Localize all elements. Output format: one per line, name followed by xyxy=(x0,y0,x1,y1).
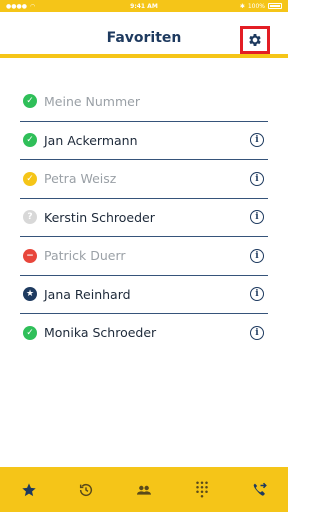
history-icon xyxy=(80,483,93,496)
contact-row[interactable]: ★ Jana Reinhard i xyxy=(20,274,268,314)
status-online-icon: ✓ xyxy=(23,94,37,109)
gear-icon xyxy=(249,34,261,46)
contact-name: Monika Schroeder xyxy=(44,325,157,341)
tab-bar xyxy=(0,467,288,512)
tab-history[interactable] xyxy=(66,470,106,510)
info-icon[interactable]: i xyxy=(250,171,264,186)
tab-call-forward[interactable] xyxy=(239,470,279,510)
battery-icon xyxy=(268,3,282,9)
info-icon[interactable]: i xyxy=(250,248,264,263)
info-icon[interactable]: i xyxy=(250,210,264,225)
tab-favorites[interactable] xyxy=(9,470,49,510)
status-bar: ●●●● ◠ 9:41 AM ✱ 100% xyxy=(0,0,288,12)
contact-name: Petra Weisz xyxy=(44,171,117,187)
status-away-icon: ✓ xyxy=(23,171,37,186)
call-forward-icon xyxy=(253,482,267,496)
header: Favoriten xyxy=(0,12,288,58)
contact-name: Jan Ackermann xyxy=(44,132,138,148)
status-busy-icon: − xyxy=(23,248,37,263)
info-icon[interactable]: i xyxy=(250,325,264,340)
tab-contacts[interactable] xyxy=(124,470,164,510)
status-unknown-icon: ? xyxy=(23,210,37,225)
status-favorite-icon: ★ xyxy=(23,287,37,302)
status-online-icon: ✓ xyxy=(23,325,37,340)
info-icon[interactable]: i xyxy=(250,287,264,302)
contact-row[interactable]: − Patrick Duerr i xyxy=(20,236,268,275)
contact-row[interactable]: ? Kerstin Schroeder i xyxy=(20,197,268,237)
contact-row[interactable]: ✓ Meine Nummer xyxy=(20,82,268,121)
contact-row[interactable]: ✓ Jan Ackermann i xyxy=(20,120,268,160)
contact-row[interactable]: ✓ Monika Schroeder i xyxy=(20,313,268,352)
favorites-list: ✓ Meine Nummer ✓ Jan Ackermann i ✓ Petra Weisz… xyxy=(20,82,268,352)
settings-button[interactable] xyxy=(240,26,270,54)
star-icon xyxy=(22,482,36,496)
contact-name: Kerstin Schroeder xyxy=(44,209,155,225)
contact-name: Meine Nummer xyxy=(44,93,140,109)
contacts-icon xyxy=(136,485,151,495)
dialpad-icon xyxy=(195,481,208,498)
tab-dialpad[interactable] xyxy=(182,470,222,510)
contact-name: Patrick Duerr xyxy=(44,248,126,264)
info-icon[interactable]: i xyxy=(250,133,264,148)
contact-row[interactable]: ✓ Petra Weisz i xyxy=(20,159,268,198)
status-online-icon: ✓ xyxy=(23,133,37,148)
status-time: 9:41 AM xyxy=(130,2,158,10)
contact-name: Jana Reinhard xyxy=(44,286,131,302)
